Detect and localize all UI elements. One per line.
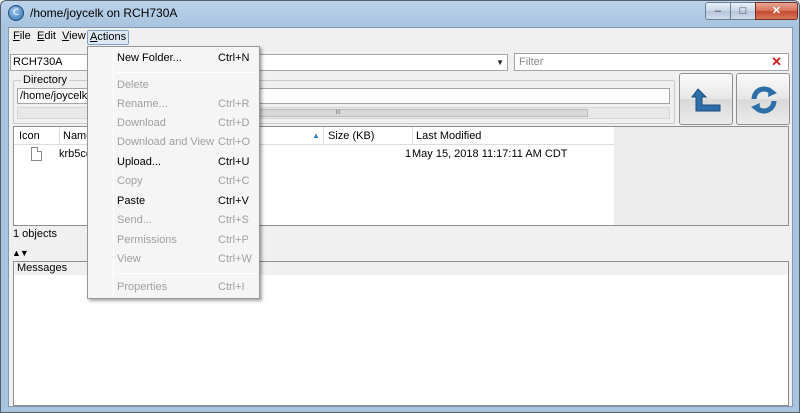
menu-view[interactable]: View (60, 30, 88, 45)
actions-dropdown-menu: New Folder... Ctrl+N Delete Rename... Ctrl… (87, 46, 260, 299)
menu-item-send[interactable]: Send... Ctrl+S (88, 211, 259, 230)
object-count: 1 objects (13, 228, 58, 240)
column-icon[interactable]: Icon (19, 130, 40, 142)
file-size: 1 (405, 148, 412, 160)
menu-item-view[interactable]: View Ctrl+W (88, 250, 259, 269)
column-divider (412, 127, 413, 145)
menu-separator (116, 72, 256, 73)
refresh-icon (751, 86, 777, 114)
close-button[interactable]: ✕ (755, 2, 798, 20)
table-empty-area (614, 127, 788, 225)
column-divider (59, 127, 60, 145)
app-window: C /home/joycelk on RCH730A – □ ✕ File Ed… (0, 0, 800, 413)
menu-item-upload[interactable]: Upload... Ctrl+U (88, 153, 259, 172)
menu-item-rename[interactable]: Rename... Ctrl+R (88, 95, 259, 114)
chevron-down-icon: ▼ (496, 58, 504, 67)
parent-directory-button[interactable] (679, 73, 733, 125)
directory-label: Directory (21, 74, 70, 86)
title-bar: C /home/joycelk on RCH730A – □ ✕ (1, 1, 799, 25)
menu-item-download[interactable]: Download Ctrl+D (88, 114, 259, 133)
file-modified: May 15, 2018 11:17:11 AM CDT (412, 148, 568, 160)
filter-placeholder: Filter (519, 56, 544, 68)
column-size[interactable]: Size (KB) (328, 130, 374, 142)
menu-item-paste[interactable]: Paste Ctrl+V (88, 192, 259, 211)
menu-file[interactable]: File (11, 30, 33, 45)
menu-item-copy[interactable]: Copy Ctrl+C (88, 172, 259, 191)
menu-item-delete[interactable]: Delete (88, 76, 259, 95)
menu-bar: File Edit View Actions (9, 28, 792, 46)
sort-ascending-icon: ▲ (312, 131, 320, 140)
clear-filter-icon[interactable]: ✕ (771, 54, 782, 70)
menu-edit[interactable]: Edit (35, 30, 58, 45)
column-last-modified[interactable]: Last Modified (416, 130, 481, 142)
menu-item-download-and-view[interactable]: Download and View Ctrl+O (88, 133, 259, 152)
site-select-value: RCH730A (13, 56, 63, 68)
refresh-button[interactable] (736, 73, 790, 125)
menu-item-new-folder[interactable]: New Folder... Ctrl+N (88, 49, 259, 68)
filter-input[interactable]: Filter ✕ (514, 53, 789, 71)
column-divider (323, 127, 324, 145)
window-title: /home/joycelk on RCH730A (30, 6, 178, 20)
menu-separator (116, 273, 256, 274)
minimize-button[interactable]: – (705, 2, 731, 20)
app-logo-icon: C (8, 5, 24, 21)
menu-item-properties[interactable]: Properties Ctrl+I (88, 278, 259, 297)
up-arrow-icon (691, 88, 721, 112)
file-icon (31, 147, 42, 161)
menu-actions[interactable]: Actions (87, 30, 130, 45)
menu-item-permissions[interactable]: Permissions Ctrl+P (88, 231, 259, 250)
maximize-button[interactable]: □ (730, 2, 756, 20)
panel-splitter[interactable]: ▲▼ (12, 248, 29, 258)
